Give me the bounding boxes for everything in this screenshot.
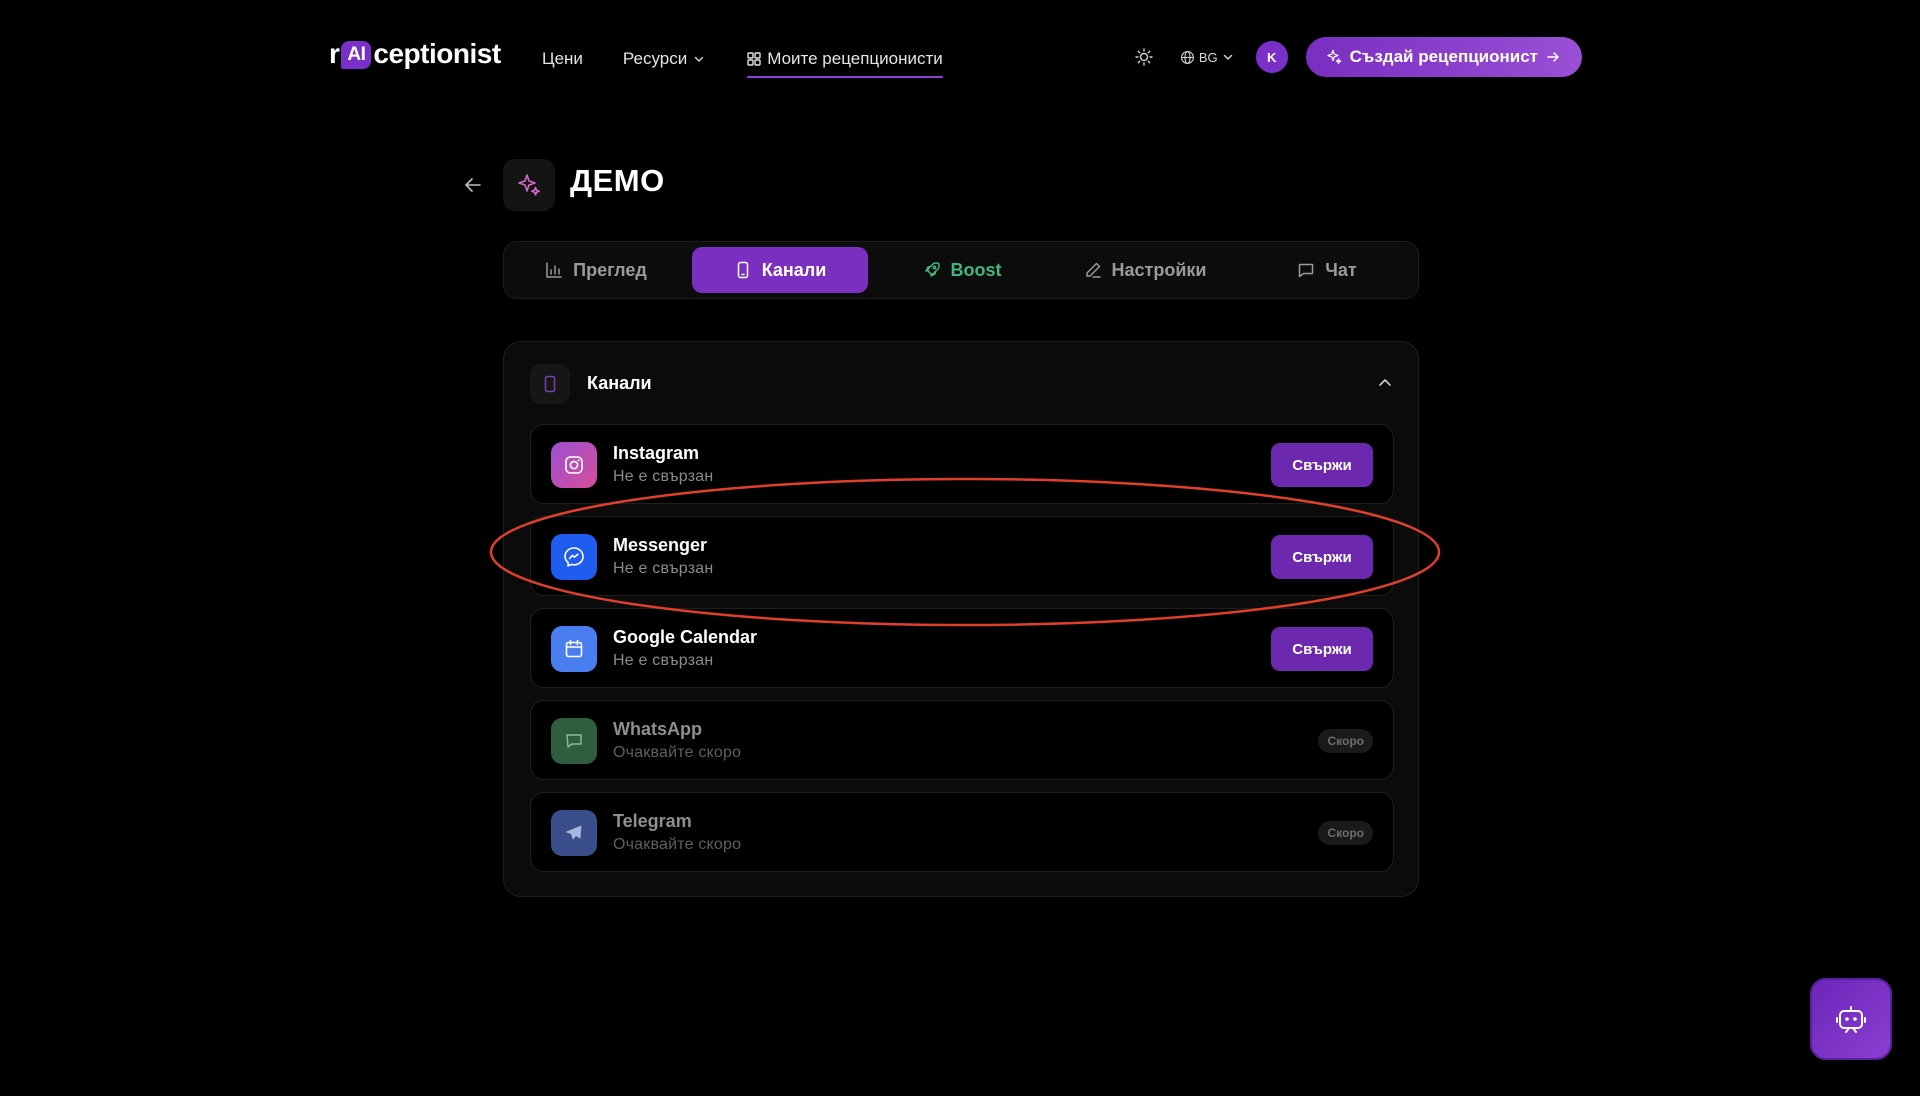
language-selector[interactable]: BG — [1180, 50, 1234, 65]
tab-bar: Преглед Канали Boost Настройки Чат — [503, 241, 1419, 299]
channel-status: Не е свързан — [613, 468, 714, 485]
chevron-down-icon — [1223, 54, 1232, 60]
page-title: ДЕМО — [570, 163, 665, 198]
tab-channels-label: Канали — [761, 259, 827, 280]
sparkles-icon — [518, 174, 540, 196]
channel-name: Google Calendar — [613, 627, 758, 647]
channel-row-telegram: Telegram Очаквайте скоро Скоро — [530, 792, 1394, 872]
panel-title: Канали — [587, 373, 652, 393]
instagram-icon — [551, 442, 597, 488]
tab-settings-label: Настройки — [1111, 259, 1207, 280]
nav-resources-label: Ресурси — [622, 49, 688, 68]
bar-chart-icon — [546, 262, 562, 278]
logo[interactable]: r AI ceptionist — [329, 38, 501, 70]
create-receptionist-label: Създай рецепционист — [1349, 47, 1538, 66]
channel-row-whatsapp: WhatsApp Очаквайте скоро Скоро — [530, 700, 1394, 780]
logo-suffix: ceptionist — [373, 38, 501, 69]
panel-icon — [530, 364, 570, 404]
connect-instagram-button[interactable]: Свържи — [1271, 443, 1373, 487]
tab-boost-label: Boost — [950, 259, 1002, 280]
channel-row-instagram: Instagram Не е свързан Свържи — [530, 424, 1394, 504]
user-avatar[interactable]: K — [1255, 41, 1288, 73]
logo-prefix: r — [329, 38, 340, 69]
channel-row-google-calendar: Google Calendar Не е свързан Свържи — [530, 608, 1394, 688]
channel-row-messenger: Messenger Не е свързан Свържи — [530, 516, 1394, 596]
channel-status: Очаквайте скоро — [613, 744, 742, 761]
channel-status: Очаквайте скоро — [613, 836, 742, 853]
channel-name: Messenger — [613, 535, 708, 555]
main-nav: Цени Ресурси Моите рецепционисти — [542, 44, 943, 78]
connect-google-calendar-button[interactable]: Свържи — [1271, 627, 1373, 671]
channel-name: Instagram — [613, 443, 700, 463]
tab-settings[interactable]: Настройки — [1056, 247, 1234, 293]
top-header: r AI ceptionist Цени Ресурси Моите рецеп… — [0, 0, 1920, 114]
smartphone-icon — [544, 375, 556, 393]
channel-status: Не е свързан — [613, 560, 714, 577]
message-square-icon — [1299, 263, 1314, 278]
chat-widget-button[interactable] — [1810, 978, 1892, 1060]
rocket-icon — [924, 262, 940, 277]
nav-my-receptionists[interactable]: Моите рецепционисти — [747, 44, 943, 78]
logo-ai-badge: AI — [341, 41, 372, 69]
chevron-up-icon[interactable] — [1376, 374, 1394, 392]
messenger-icon — [551, 534, 597, 580]
sparkles-icon — [1327, 49, 1341, 64]
channel-name: Telegram — [613, 811, 692, 831]
coming-soon-badge: Скоро — [1318, 821, 1373, 845]
tab-overview-label: Преглед — [573, 259, 647, 280]
create-receptionist-button[interactable]: Създай рецепционист — [1305, 37, 1582, 77]
nav-resources[interactable]: Ресурси — [623, 44, 705, 74]
tab-overview[interactable]: Преглед — [509, 247, 683, 293]
tab-channels[interactable]: Канали — [692, 247, 868, 293]
smartphone-icon — [737, 261, 748, 279]
channel-name: WhatsApp — [613, 719, 702, 739]
coming-soon-badge: Скоро — [1318, 729, 1373, 753]
receptionist-avatar — [503, 159, 555, 211]
globe-icon — [1180, 50, 1194, 64]
tab-chat[interactable]: Чат — [1240, 247, 1414, 293]
nav-my-receptionists-label: Моите рецепционисти — [767, 49, 943, 68]
arrow-left-icon[interactable] — [462, 174, 484, 196]
channel-status: Не е свързан — [613, 652, 714, 669]
send-icon — [551, 810, 597, 856]
sun-icon[interactable] — [1134, 47, 1154, 67]
connect-messenger-button[interactable]: Свържи — [1271, 535, 1373, 579]
chat-bubble-icon — [551, 718, 597, 764]
tab-boost[interactable]: Boost — [874, 247, 1050, 293]
tab-chat-label: Чат — [1325, 259, 1357, 280]
header-actions: BG K Създай рецепционист — [1134, 37, 1582, 77]
language-code: BG — [1198, 49, 1218, 65]
nav-pricing-label: Цени — [542, 49, 583, 68]
chevron-down-icon — [694, 56, 704, 62]
bot-icon — [1836, 1006, 1866, 1033]
arrow-right-icon — [1547, 52, 1559, 62]
pencil-icon — [1085, 262, 1101, 278]
grid-icon — [747, 52, 761, 66]
nav-pricing[interactable]: Цени — [542, 44, 583, 74]
channels-panel: Канали Instagram Не е свързан Свържи Mes… — [503, 341, 1419, 897]
calendar-icon — [551, 626, 597, 672]
